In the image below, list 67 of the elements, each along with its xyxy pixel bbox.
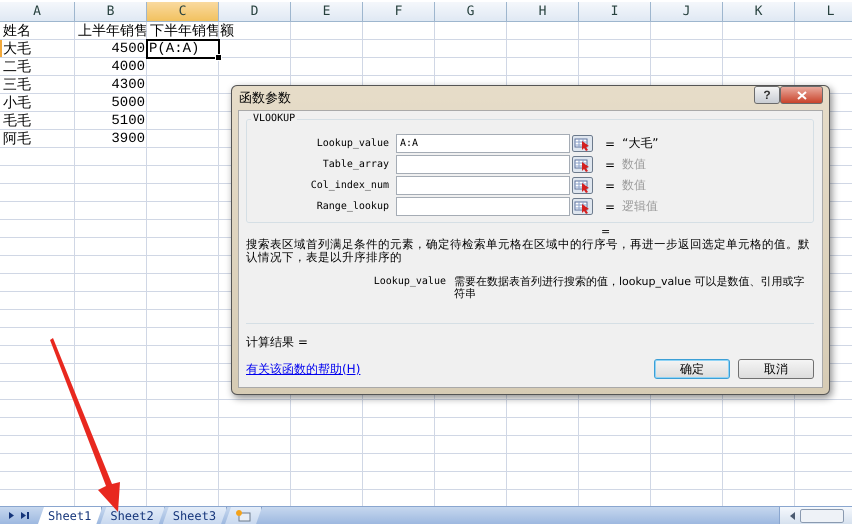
column-header[interactable]: B: [75, 2, 147, 22]
dialog-title: 函数参数: [239, 90, 291, 107]
column-header[interactable]: K: [723, 2, 795, 22]
argument-label: Range_lookup: [316, 201, 389, 212]
column-header[interactable]: L: [795, 2, 852, 22]
equals-sign: =: [605, 158, 616, 172]
cell-text: 大毛: [3, 40, 31, 58]
cell-text: 5000: [111, 94, 145, 112]
parameter-name: Lookup_value: [372, 276, 446, 289]
active-cell[interactable]: P(A:A): [146, 39, 220, 59]
column-header[interactable]: A: [0, 2, 75, 22]
argument-field[interactable]: [396, 155, 570, 174]
argument-field[interactable]: [396, 176, 570, 195]
argument-label: Table_array: [322, 159, 389, 170]
formula-result: =: [601, 225, 610, 238]
cell-text: 三毛: [3, 76, 31, 94]
argument-label: Lookup_value: [316, 138, 389, 149]
equals-sign: =: [605, 178, 616, 192]
sheet-tab[interactable]: Sheet2: [100, 507, 165, 524]
close-button[interactable]: [780, 86, 823, 104]
new-sheet-icon: [235, 509, 252, 522]
cell-text: 3900: [111, 130, 145, 148]
collapse-dialog-icon[interactable]: [572, 177, 593, 194]
column-header[interactable]: I: [579, 2, 651, 22]
help-link[interactable]: 有关该函数的帮助(H): [246, 360, 360, 378]
sheet-tab[interactable]: Sheet3: [162, 507, 228, 524]
column-header[interactable]: E: [291, 2, 363, 22]
sheet-tab[interactable]: Sheet1: [38, 507, 102, 524]
parameter-description: 需要在数据表首列进行搜索的值，lookup_value 可以是数值、引用或字符串: [454, 276, 806, 300]
cell-text: 下半年销售额: [150, 22, 234, 40]
insert-sheet-tab[interactable]: [225, 507, 262, 524]
collapse-dialog-icon[interactable]: [572, 198, 593, 215]
column-header[interactable]: H: [507, 2, 579, 22]
cell-text: 小毛: [3, 94, 31, 112]
cell-text: 4000: [111, 58, 145, 76]
close-icon: [796, 90, 806, 100]
column-header[interactable]: F: [363, 2, 435, 22]
collapse-dialog-icon[interactable]: [572, 135, 593, 152]
cell-text: 毛毛: [3, 112, 31, 130]
function-description: 搜索表区域首列满足条件的元素，确定待检索单元格在区域中的行序号，再进一步返回选定单元格的值。默认情况下，表是以升序排序的: [246, 238, 811, 264]
column-header[interactable]: C: [147, 2, 219, 22]
argument-field[interactable]: A:A: [396, 134, 570, 153]
help-button[interactable]: ?: [754, 86, 780, 104]
cell-text: 5100: [111, 112, 145, 130]
argument-result: 数值: [622, 177, 646, 194]
scrollbar-thumb: [800, 508, 844, 522]
equals-sign: =: [605, 200, 616, 214]
cancel-button[interactable]: 取消: [738, 359, 814, 379]
cell-text: 姓名: [3, 22, 31, 40]
column-header[interactable]: J: [651, 2, 723, 22]
function-name: VLOOKUP: [251, 113, 298, 124]
argument-label: Col_index_num: [310, 180, 389, 191]
cell-text: 上半年销售: [78, 22, 148, 40]
cell-text: 4300: [111, 76, 145, 94]
argument-result: “大毛”: [622, 135, 658, 152]
collapse-dialog-icon[interactable]: [572, 156, 593, 173]
column-header[interactable]: G: [435, 2, 507, 22]
argument-field[interactable]: [396, 197, 570, 216]
column-header[interactable]: D: [219, 2, 291, 22]
argument-result: 逻辑值: [622, 198, 658, 215]
ok-button[interactable]: 确定: [654, 359, 730, 379]
result-label: 计算结果 =: [246, 334, 309, 351]
argument-result: 数值: [622, 156, 646, 173]
cell-text: 4500: [111, 40, 145, 58]
cell-text: 二毛: [3, 58, 31, 76]
equals-sign: =: [605, 136, 616, 150]
cell-text: 阿毛: [3, 130, 31, 148]
